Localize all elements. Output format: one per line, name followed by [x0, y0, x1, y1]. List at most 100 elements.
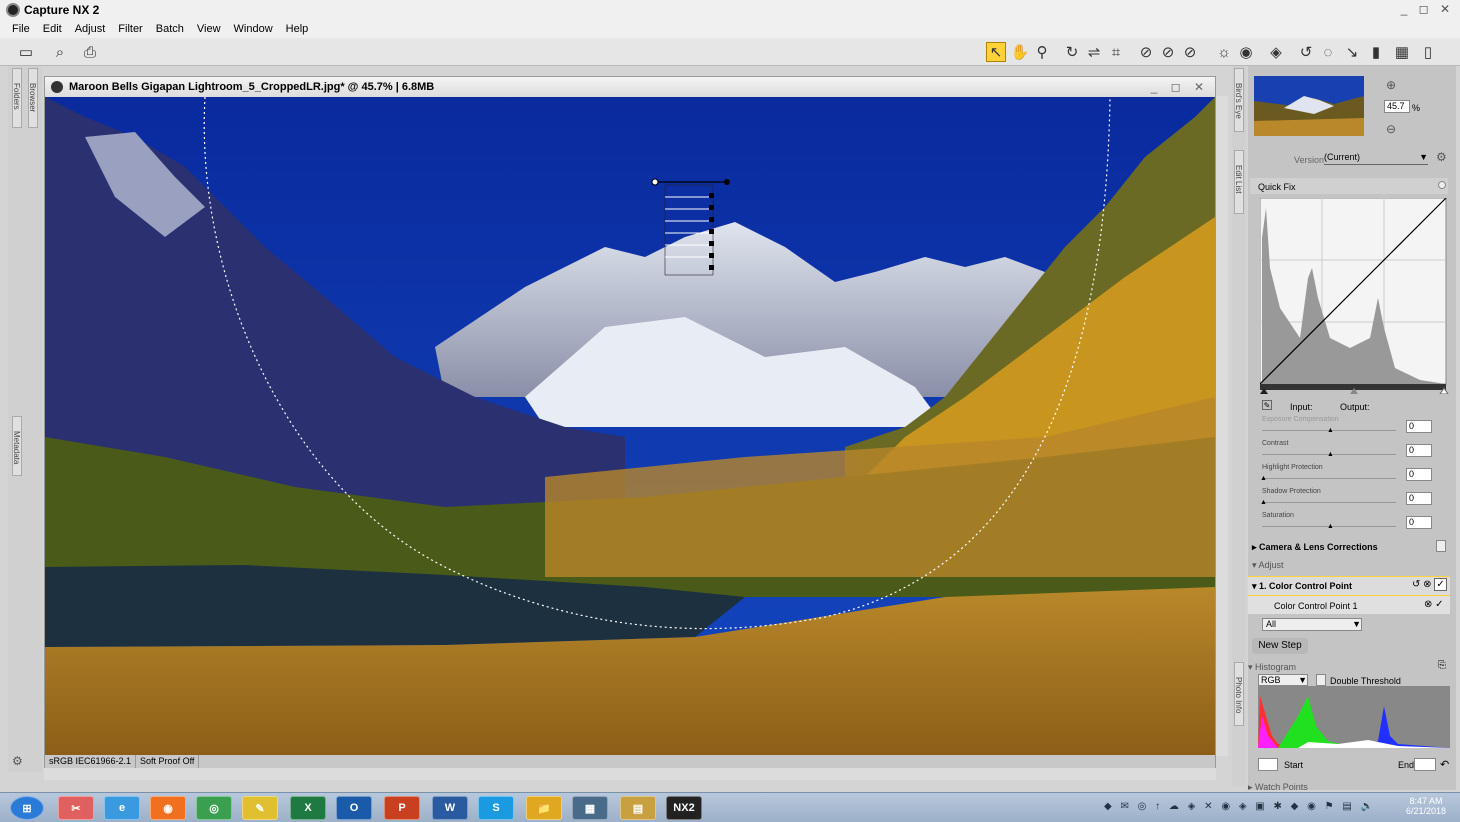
birds-eye-thumbnail[interactable] — [1254, 76, 1364, 136]
highlight-field[interactable]: 0 — [1406, 468, 1432, 481]
marquee-icon[interactable]: ◌ — [1318, 42, 1338, 62]
histogram-channel-dropdown[interactable]: RGB ▼ — [1258, 674, 1308, 686]
saturation-field[interactable]: 0 — [1406, 516, 1432, 529]
histogram-reset-icon[interactable]: ↶ — [1440, 758, 1449, 771]
gradient-icon[interactable]: ↘ — [1342, 42, 1362, 62]
tab-birds-eye[interactable]: Bird's Eye — [1234, 68, 1244, 132]
contrast-slider-thumb[interactable]: ▲ — [1327, 451, 1334, 458]
new-step-button[interactable]: New Step — [1252, 638, 1308, 654]
menu-batch[interactable]: Batch — [156, 23, 184, 35]
taskbar-capture-nx2[interactable]: NX2 — [666, 796, 702, 820]
start-button[interactable]: ⊞ — [10, 796, 44, 820]
menu-file[interactable]: File — [12, 23, 30, 35]
shadow-field[interactable]: 0 — [1406, 492, 1432, 505]
shadow-slider-track[interactable] — [1262, 502, 1396, 503]
tab-metadata[interactable]: Metadata — [12, 416, 22, 476]
select-tool-icon[interactable]: ↖ — [986, 42, 1006, 62]
taskbar-screen[interactable]: ▤ — [620, 796, 656, 820]
tab-folders[interactable]: Folders — [12, 68, 22, 128]
white-point-icon[interactable]: ⊘ — [1180, 42, 1200, 62]
straighten-tool-icon[interactable]: ⇌ — [1084, 42, 1104, 62]
workspace-icon[interactable]: ▭ — [16, 42, 36, 62]
taskbar-outlook[interactable]: O — [336, 796, 372, 820]
taskbar-firefox[interactable]: ◉ — [150, 796, 186, 820]
color-point-icon[interactable]: ◈ — [1266, 42, 1286, 62]
document-statusbar: sRGB IEC61966-2.1 Soft Proof Off — [45, 755, 1215, 768]
exposure-field[interactable]: 0 — [1406, 420, 1432, 433]
exposure-slider-thumb[interactable]: ▲ — [1327, 427, 1334, 434]
settings-icon[interactable]: ⚙ — [12, 754, 23, 768]
camera-lens-section[interactable]: ▸ Camera & Lens Corrections — [1252, 542, 1378, 553]
menu-help[interactable]: Help — [286, 23, 309, 35]
document-horizontal-scrollbar[interactable] — [44, 768, 1216, 780]
tab-photo-info[interactable]: Photo Info — [1234, 662, 1244, 726]
quick-fix-toggle[interactable] — [1438, 181, 1446, 189]
curves-graph[interactable] — [1260, 198, 1450, 394]
print-icon[interactable]: ⎙ — [80, 42, 100, 62]
taskbar-skype[interactable]: S — [478, 796, 514, 820]
double-threshold-checkbox[interactable] — [1316, 674, 1326, 686]
version-dropdown[interactable]: (Current) ▼ — [1324, 152, 1428, 165]
input-label: Input: — [1290, 402, 1313, 412]
document-titlebar: Maroon Bells Gigapan Lightroom_5_Cropped… — [45, 77, 1215, 97]
menu-window[interactable]: Window — [234, 23, 273, 35]
camera-lens-checkbox[interactable] — [1436, 540, 1446, 552]
ccp-item-icons[interactable]: ⊗ ✓ — [1424, 599, 1444, 610]
crop-tool-icon[interactable]: ⌗ — [1106, 42, 1126, 62]
tab-browser[interactable]: Browser — [28, 68, 38, 128]
brush-icon[interactable]: ▦ — [1392, 42, 1412, 62]
document-controls[interactable]: _ ◻ ✕ — [1151, 80, 1209, 94]
zoom-tool-icon[interactable]: ⚲ — [1032, 42, 1052, 62]
zoom-in-icon[interactable]: ⊕ — [1386, 78, 1396, 92]
soft-proof-dropdown[interactable]: Soft Proof Off — [136, 755, 200, 768]
browse-icon[interactable]: ⌕ — [50, 42, 70, 62]
ccp-channel-dropdown[interactable]: All ▼ — [1262, 618, 1362, 631]
eraser-icon[interactable]: ▯ — [1418, 42, 1438, 62]
hand-tool-icon[interactable]: ✋ — [1010, 42, 1030, 62]
saturation-slider-thumb[interactable]: ▲ — [1327, 523, 1334, 530]
highlight-slider-track[interactable] — [1262, 478, 1396, 479]
document-title: Maroon Bells Gigapan Lightroom_5_Cropped… — [69, 81, 435, 93]
histogram-end-field[interactable] — [1414, 758, 1436, 771]
taskbar-files[interactable]: ✎ — [242, 796, 278, 820]
document-vertical-scrollbar[interactable] — [1216, 96, 1228, 756]
taskbar-word[interactable]: W — [432, 796, 468, 820]
auto-retouch-icon[interactable]: ◉ — [1236, 42, 1256, 62]
taskbar-powerpoint[interactable]: P — [384, 796, 420, 820]
rotate-tool-icon[interactable]: ↻ — [1062, 42, 1082, 62]
adjust-section[interactable]: ▾ Adjust — [1252, 560, 1284, 571]
histogram-start-field[interactable] — [1258, 758, 1278, 771]
taskbar-excel[interactable]: X — [290, 796, 326, 820]
black-point-icon[interactable]: ⊘ — [1136, 42, 1156, 62]
shadow-slider-thumb[interactable]: ▲ — [1260, 499, 1267, 506]
taskbar-explorer[interactable]: 📁 — [526, 796, 562, 820]
taskbar-chrome[interactable]: ◎ — [196, 796, 232, 820]
zoom-unit: % — [1412, 103, 1421, 113]
taskbar-internet-explorer[interactable]: e — [104, 796, 140, 820]
system-tray-icons[interactable]: ◆ ✉ ◎ ↑ ☁ ◈ ✕ ◉ ◈ ▣ ✱ ◆ ◉ ⚑ ▤ 🔈 — [1104, 801, 1376, 812]
window-controls[interactable]: _ ◻ ✕ — [1401, 2, 1454, 16]
menu-edit[interactable]: Edit — [43, 23, 62, 35]
menu-view[interactable]: View — [197, 23, 221, 35]
gear-icon[interactable]: ⚙ — [1436, 150, 1447, 164]
taskbar-clock[interactable]: 8:47 AM 6/21/2018 — [1404, 796, 1448, 816]
menu-adjust[interactable]: Adjust — [75, 23, 106, 35]
menu-filter[interactable]: Filter — [118, 23, 142, 35]
red-eye-icon[interactable]: ☼ — [1214, 42, 1234, 62]
document-window: Maroon Bells Gigapan Lightroom_5_Cropped… — [44, 76, 1216, 768]
highlight-slider-thumb[interactable]: ▲ — [1260, 475, 1267, 482]
taskbar-snipping-tool[interactable]: ✂ — [58, 796, 94, 820]
zoom-field[interactable]: 45.7 — [1384, 100, 1410, 113]
taskbar-photos[interactable]: ▦ — [572, 796, 608, 820]
zoom-out-icon[interactable]: ⊖ — [1386, 122, 1396, 136]
tab-edit-list[interactable]: Edit List — [1234, 150, 1244, 214]
curve-eyedropper-icon[interactable]: ✎ — [1262, 400, 1272, 410]
photo-canvas[interactable] — [45, 97, 1215, 755]
contrast-field[interactable]: 0 — [1406, 444, 1432, 457]
ccp-step-icons[interactable]: ↺ ⊗ ✓ — [1412, 578, 1447, 591]
fill-icon[interactable]: ▮ — [1366, 42, 1386, 62]
lasso-icon[interactable]: ↺ — [1296, 42, 1316, 62]
neutral-point-icon[interactable]: ⊘ — [1158, 42, 1178, 62]
histogram-options-icon[interactable]: ⎘ — [1438, 660, 1446, 671]
histogram-section[interactable]: ▾ Histogram — [1248, 662, 1296, 673]
